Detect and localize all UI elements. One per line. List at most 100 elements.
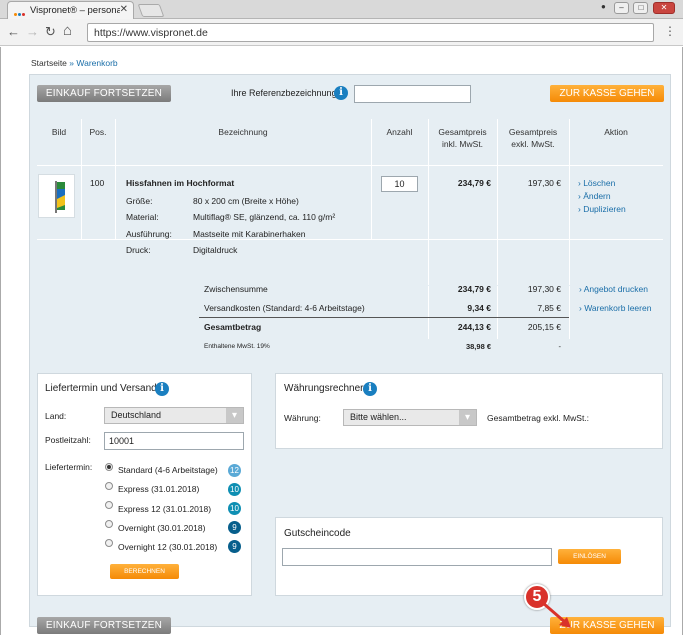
currency-info-icon[interactable]: i — [363, 382, 377, 396]
detail-label: Größe: — [126, 196, 153, 206]
vat-label: Enthaltene MwSt. 19% — [204, 343, 270, 350]
delivery-info-icon[interactable]: i — [155, 382, 169, 396]
position-number: 100 — [90, 178, 105, 188]
cart-container: EINKAUF FORTSETZEN Ihre Referenzbezeichn… — [29, 74, 671, 634]
voucher-title: Gutscheincode — [284, 528, 351, 539]
duplicate-link[interactable]: › Duplizieren — [578, 204, 626, 214]
address-bar[interactable]: https://www.vispronet.de — [87, 23, 654, 42]
reference-info-icon[interactable]: i — [334, 86, 348, 100]
tab-close-icon[interactable]: ✕ — [120, 4, 128, 15]
detail-value: Digitaldruck — [193, 245, 238, 255]
browser-titlebar: Vispronet® – personalisi ✕ ● – □ ✕ — [0, 0, 683, 19]
forward-icon[interactable]: → — [26, 24, 39, 39]
subtotal-exkl: 197,30 € — [527, 284, 561, 294]
window-close-icon[interactable]: ✕ — [653, 2, 675, 14]
delivery-option-radio[interactable] — [105, 539, 113, 547]
detail-label: Druck: — [126, 245, 151, 255]
quantity-input[interactable]: 10 — [381, 176, 418, 192]
delivery-option-label: Overnight 12 (30.01.2018) — [118, 542, 218, 552]
tab-favicon-icon — [14, 8, 28, 16]
voucher-input[interactable] — [282, 548, 552, 566]
delivery-days-badge: 12 — [228, 464, 241, 477]
browser-menu-icon[interactable]: ⋮ — [664, 24, 676, 38]
print-offer-link[interactable]: › Angebot drucken — [579, 284, 648, 294]
back-icon[interactable]: ← — [7, 24, 20, 39]
total-label: Gesamtbetrag — [204, 322, 262, 332]
browser-toolbar: ← → ↻ ⌂ https://www.vispronet.de ⋮ — [0, 19, 683, 46]
delivery-option-radio[interactable] — [105, 501, 113, 509]
checkout-button-top[interactable]: ZUR KASSE GEHEN — [550, 85, 664, 102]
price-exkl: 197,30 € — [527, 178, 561, 188]
product-thumbnail[interactable] — [38, 174, 75, 218]
delivery-option-label: Overnight (30.01.2018) — [118, 523, 206, 533]
header-bezeichnung: Bezeichnung — [218, 127, 268, 137]
chevron-down-icon: ▾ — [226, 408, 243, 423]
window-controls: ● – □ ✕ — [595, 2, 675, 15]
currency-select[interactable]: Bitte wählen... ▾ — [343, 409, 477, 426]
breadcrumb-home[interactable]: Startseite — [31, 58, 67, 68]
maximize-icon[interactable]: □ — [633, 2, 649, 14]
breadcrumb-separator: » — [69, 58, 75, 68]
flag-image-icon — [55, 181, 65, 213]
minimize-icon[interactable]: – — [613, 2, 629, 14]
user-icon[interactable]: ● — [597, 2, 609, 14]
redeem-button[interactable]: EINLÖSEN — [558, 549, 621, 564]
delivery-title: Liefertermin und Versand — [45, 383, 157, 394]
delete-link[interactable]: › Löschen — [578, 178, 615, 188]
header-pos: Pos. — [89, 127, 107, 137]
header-gesamt-exkl: Gesamtpreis exkl. MwSt. — [508, 127, 558, 149]
reference-label: Ihre Referenzbezeichnung — [231, 88, 337, 98]
currency-total-label: Gesamtbetrag exkl. MwSt.: — [487, 413, 590, 423]
col-divider — [81, 119, 82, 239]
delivery-option-label: Express 12 (31.01.2018) — [118, 504, 212, 514]
url-text: https://www.vispronet.de — [94, 27, 208, 39]
vat-inkl: 38,98 € — [465, 342, 491, 351]
header-bild: Bild — [51, 127, 67, 137]
col-divider — [371, 119, 372, 239]
col-divider — [569, 119, 570, 339]
product-name: Hissfahnen im Hochformat — [126, 178, 235, 188]
country-label: Land: — [45, 411, 67, 421]
page-viewport: Startseite » Warenkorb EINKAUF FORTSETZE… — [0, 47, 683, 635]
reference-input[interactable] — [354, 85, 471, 103]
detail-value: Mastseite mit Karabinerhaken — [193, 229, 306, 239]
shipping-label: Versandkosten (Standard: 4-6 Arbeitstage… — [204, 303, 365, 313]
zip-input[interactable]: 10001 — [104, 432, 244, 450]
header-gesamt-inkl: Gesamtpreis inkl. MwSt. — [438, 127, 487, 149]
spacer — [37, 285, 663, 286]
delivery-option-label: Express (31.01.2018) — [118, 484, 200, 494]
delivery-days-badge: 9 — [228, 521, 241, 534]
continue-shopping-button-bottom[interactable]: EINKAUF FORTSETZEN — [37, 617, 171, 634]
total-exkl: 205,15 € — [527, 322, 561, 332]
tab-title: Vispronet® – personalisi — [30, 5, 120, 16]
delivery-days-badge: 10 — [228, 483, 241, 496]
delivery-date-label: Liefertermin: — [45, 462, 93, 472]
delivery-days-badge: 9 — [228, 540, 241, 553]
continue-shopping-button-top[interactable]: EINKAUF FORTSETZEN — [37, 85, 171, 102]
shipping-inkl: 9,34 € — [467, 303, 491, 313]
edit-link[interactable]: › Ändern — [578, 191, 611, 201]
clear-cart-link[interactable]: › Warenkorb leeren — [579, 303, 651, 313]
currency-panel: Währungsrechner i Währung: Bitte wählen.… — [275, 373, 663, 449]
price-inkl: 234,79 € — [457, 178, 491, 188]
detail-value: 80 x 200 cm (Breite x Höhe) — [193, 196, 299, 206]
calculate-button[interactable]: BERECHNEN — [110, 564, 179, 579]
delivery-option-radio[interactable] — [105, 463, 113, 471]
chevron-down-icon: ▾ — [459, 410, 476, 425]
header-anzahl: Anzahl — [386, 127, 413, 137]
currency-value: Bitte wählen... — [350, 412, 407, 422]
shipping-exkl: 7,85 € — [537, 303, 561, 313]
detail-label: Ausführung: — [126, 229, 172, 239]
home-icon[interactable]: ⌂ — [63, 22, 72, 39]
reload-icon[interactable]: ↻ — [45, 24, 56, 40]
browser-tab[interactable]: Vispronet® – personalisi ✕ — [7, 1, 134, 19]
detail-value: Multiflag® SE, glänzend, ca. 110 g/m² — [193, 212, 336, 222]
delivery-option-radio[interactable] — [105, 520, 113, 528]
breadcrumb-current[interactable]: Warenkorb — [76, 58, 117, 68]
new-tab-button[interactable] — [137, 4, 165, 17]
delivery-option-radio[interactable] — [105, 482, 113, 490]
currency-title: Währungsrechner — [284, 383, 364, 394]
vat-exkl: - — [558, 342, 562, 351]
header-aktion: Aktion — [604, 127, 628, 137]
country-select[interactable]: Deutschland ▾ — [104, 407, 244, 424]
